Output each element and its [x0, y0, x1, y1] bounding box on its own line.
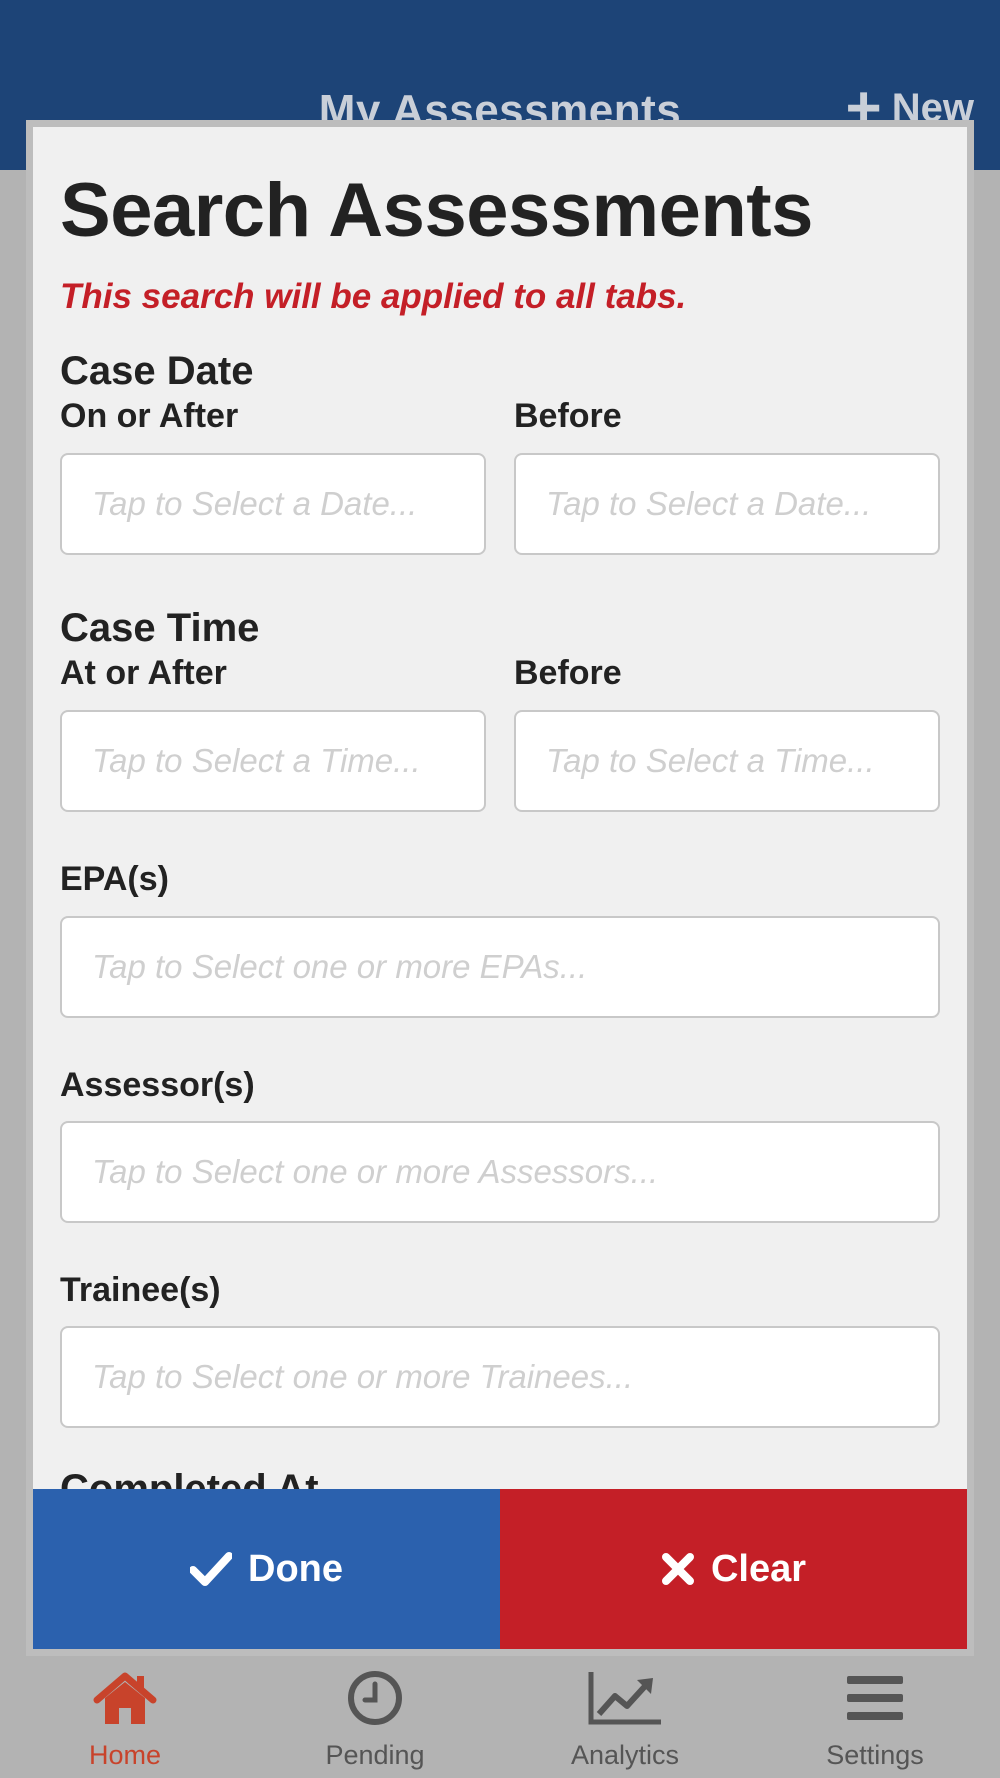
- date-before-field[interactable]: Tap to Select a Date...: [514, 453, 940, 555]
- date-after-label: On or After: [60, 397, 239, 435]
- time-before-field[interactable]: Tap to Select a Time...: [514, 710, 940, 812]
- menu-icon: [845, 1670, 905, 1740]
- tab-home-label: Home: [88, 1740, 162, 1770]
- modal-title: Search Assessments: [60, 168, 813, 253]
- trainees-field[interactable]: Tap to Select one or more Trainees...: [60, 1326, 940, 1428]
- close-icon: [661, 1552, 695, 1586]
- tab-settings[interactable]: Settings: [750, 1656, 1000, 1778]
- epas-label: EPA(s): [60, 860, 169, 898]
- clear-button[interactable]: Clear: [500, 1489, 967, 1649]
- tab-settings-label: Settings: [826, 1740, 924, 1770]
- date-before-label: Before: [514, 397, 622, 435]
- done-label: Done: [248, 1547, 343, 1590]
- clear-label: Clear: [710, 1547, 807, 1590]
- time-before-label: Before: [514, 654, 622, 692]
- search-modal-content: Search Assessments This search will be a…: [33, 127, 967, 1649]
- home-icon: [93, 1670, 157, 1740]
- time-after-label: At or After: [60, 654, 227, 692]
- time-after-field[interactable]: Tap to Select a Time...: [60, 710, 486, 812]
- tab-analytics[interactable]: Analytics: [500, 1656, 750, 1778]
- case-date-label: Case Date: [60, 349, 254, 393]
- search-note: This search will be applied to all tabs.: [60, 277, 687, 316]
- epas-field[interactable]: Tap to Select one or more EPAs...: [60, 916, 940, 1018]
- chart-line-icon: [587, 1670, 663, 1740]
- search-modal: Search Assessments This search will be a…: [26, 120, 974, 1656]
- trainees-label: Trainee(s): [60, 1271, 221, 1309]
- tab-home[interactable]: Home: [0, 1656, 250, 1778]
- tab-analytics-label: Analytics: [570, 1740, 680, 1770]
- modal-actions: Done Clear: [33, 1489, 967, 1649]
- bottom-tab-bar: Home Pending Analytics Settings: [0, 1656, 1000, 1778]
- assessors-field[interactable]: Tap to Select one or more Assessors...: [60, 1121, 940, 1223]
- assessors-label: Assessor(s): [60, 1066, 255, 1104]
- tab-pending-label: Pending: [325, 1740, 425, 1770]
- done-button[interactable]: Done: [33, 1489, 500, 1649]
- date-after-field[interactable]: Tap to Select a Date...: [60, 453, 486, 555]
- tab-pending[interactable]: Pending: [250, 1656, 500, 1778]
- check-icon: [190, 1551, 232, 1587]
- clock-icon: [345, 1670, 405, 1740]
- case-time-label: Case Time: [60, 606, 260, 650]
